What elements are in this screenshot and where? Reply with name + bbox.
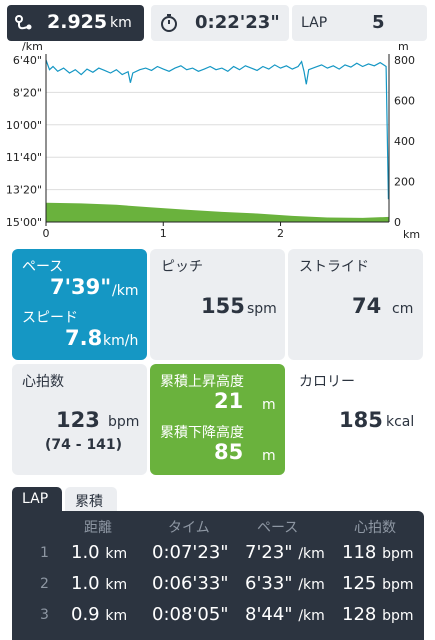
lap-pace-unit: /km [298,546,325,562]
tab-lap[interactable]: LAP [12,487,62,512]
lap-distance-unit: km [105,577,128,593]
lap-count: 5 [372,12,385,33]
lap-heart-rate-unit: bpm [382,608,414,624]
lap-pace-unit: /km [298,608,325,624]
lap-table: 距離 タイム ペース 心拍数 1 1.0 km 0:07'23" 7'23" /… [12,511,424,640]
x-tick-label: 1 [160,227,167,240]
ascent-value: 21 [214,389,244,413]
lap-time: 0:07'23" [152,542,229,563]
heart-rate-range: (74 - 141) [45,437,123,453]
elevation-area [46,202,389,222]
elapsed-time: 0:22'23" [195,12,280,33]
ascent-unit: m [262,397,276,413]
right-tick-label: 0 [394,216,401,229]
route-icon [15,15,32,30]
calorie-value: 185 [339,408,383,432]
ascent-label: 累積上昇高度 [160,374,244,390]
heart-rate-card: 心拍数 123 bpm (74 - 141) [12,364,147,475]
pitch-unit: spm [247,301,277,317]
distance-value: 2.925 [47,11,108,33]
chart-svg: /km6'40" 8'20" 10'00" 11'40" 13'20" 15'00" m80… [6,40,420,241]
pace-speed-card: ペース 7'39" /km スピード 7.8 km/h [12,249,147,360]
lap-time: 0:08'05" [152,604,229,625]
stride-unit: cm [392,301,414,317]
lap-heart-rate-unit: bpm [382,546,414,562]
right-axis-unit: m [398,40,409,53]
x-tick-label: 2 [277,227,284,240]
lap-distance: 1.0 [71,573,100,594]
speed-label: スピード [22,310,78,326]
distance-unit: km [110,15,132,31]
lap-pace: 7'23" [245,542,293,563]
x-axis-label: km [403,228,420,241]
stopwatch-icon [161,14,177,32]
lap-number: 2 [40,576,49,592]
table-row[interactable]: 3 0.9 km 0:08'05" 8'44" /km 128 bpm [12,601,424,631]
elevation-card: 累積上昇高度 21 m 累積下降高度 85 m [150,364,285,475]
heart-rate-unit: bpm [108,414,140,430]
header-pace: ペース [257,520,299,536]
x-tick-label: 0 [43,227,50,240]
left-tick-label: 11'40" [6,151,42,164]
tab-cumulative[interactable]: 累積 [65,487,117,512]
header-distance: 距離 [84,520,112,536]
lap-pace-unit: /km [298,577,325,593]
stride-card: ストライド 74 cm [288,249,423,360]
lap-time: 0:06'33" [152,573,229,594]
heart-rate-value: 123 [56,408,100,432]
left-tick-label: 10'00" [6,119,42,132]
lap-heart-rate-unit: bpm [382,577,414,593]
calorie-unit: kcal [386,414,415,430]
stride-label: ストライド [299,259,369,275]
lap-distance: 1.0 [71,542,100,563]
right-tick-label: 400 [394,135,415,148]
calorie-card: カロリー 185 kcal [288,364,423,475]
table-row[interactable]: 1 1.0 km 0:07'23" 7'23" /km 118 bpm [12,539,424,569]
left-tick-label: 8'20" [13,86,42,99]
distance-panel: 2.925 km [7,5,144,41]
descent-value: 85 [214,440,244,464]
lap-distance-unit: km [105,546,128,562]
descent-unit: m [262,448,276,464]
lap-panel: LAP 5 [292,5,427,41]
speed-unit: km/h [103,333,139,349]
header-heart-rate: 心拍数 [354,520,396,536]
lap-label: LAP [301,15,328,31]
left-tick-label: 6'40" [13,54,42,67]
time-panel: 0:22'23" [151,5,289,41]
left-tick-label: 13'20" [6,184,42,197]
pace-label: ペース [22,259,64,275]
left-tick-label: 15'00" [6,216,42,229]
right-tick-label: 200 [394,176,415,189]
summary-bar: 2.925 km 0:22'23" LAP 5 [7,5,427,41]
lap-number: 1 [40,545,49,561]
descent-label: 累積下降高度 [160,425,244,441]
right-tick-label: 600 [394,95,415,108]
lap-heart-rate: 128 [342,604,377,625]
lap-distance-unit: km [105,608,128,624]
heart-rate-label: 心拍数 [22,374,64,390]
pitch-value: 155 [201,294,245,318]
pace-elevation-chart: /km 6'40" 8'20" 10'00" 11'40" 13'20" 15'00" m 80… [0,38,435,243]
lap-pace: 8'44" [245,604,293,625]
stride-value: 74 [352,294,382,318]
pace-unit: /km [112,283,139,299]
right-tick-label: 800 [394,54,415,67]
pace-value: 7'39" [50,275,112,299]
lap-pace: 6'33" [245,573,293,594]
pitch-card: ピッチ 155 spm [150,249,285,360]
lap-heart-rate: 125 [342,573,377,594]
pace-line [45,59,389,200]
lap-heart-rate: 118 [342,542,377,563]
lap-number: 3 [40,607,49,623]
header-time: タイム [168,520,210,536]
pitch-label: ピッチ [161,259,203,275]
lap-distance: 0.9 [71,604,100,625]
speed-value: 7.8 [65,326,103,350]
table-row[interactable]: 2 1.0 km 0:06'33" 6'33" /km 125 bpm [12,570,424,600]
calorie-label: カロリー [299,374,355,390]
left-axis-unit: /km [22,40,43,53]
